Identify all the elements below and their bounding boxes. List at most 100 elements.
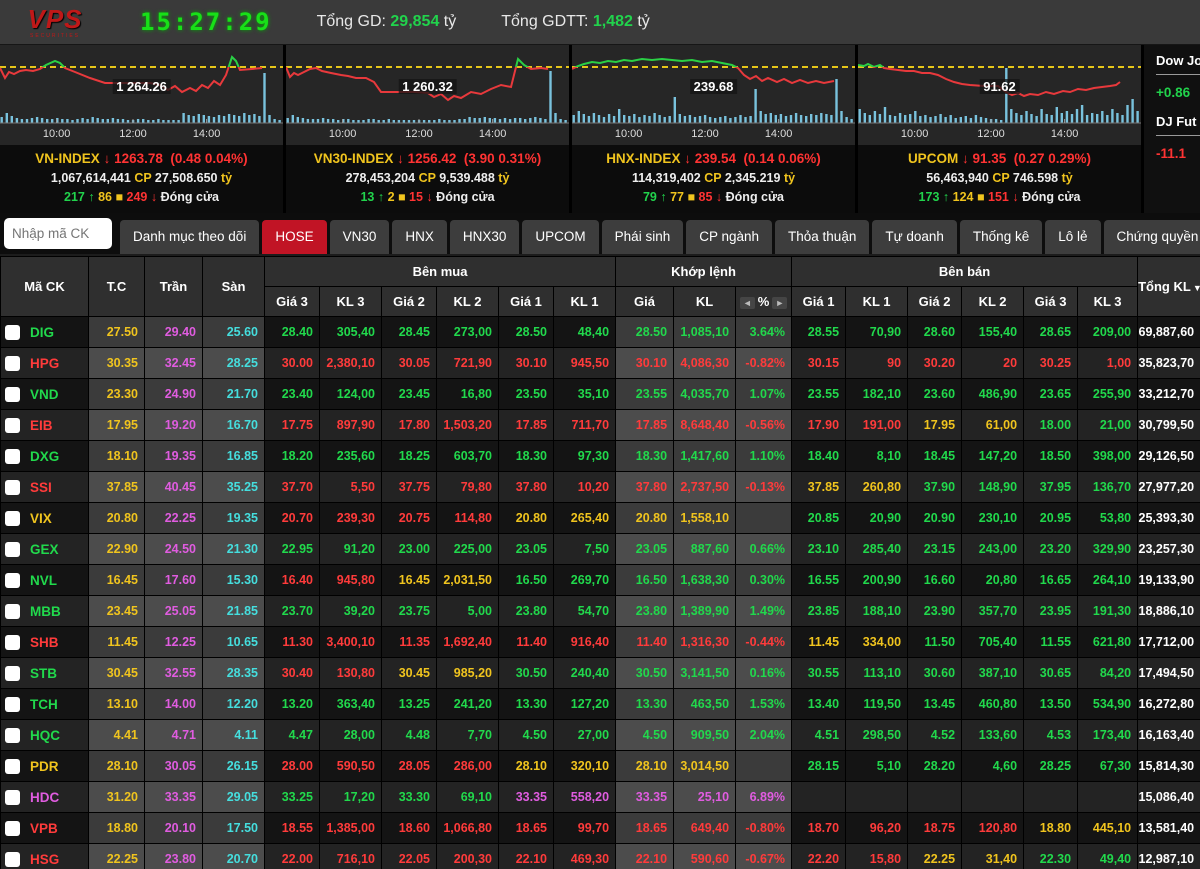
row-checkbox[interactable] — [5, 356, 20, 371]
ticker-symbol[interactable]: HPG — [30, 356, 59, 371]
bid-price-1[interactable]: 23.80 — [499, 596, 554, 627]
table-row-hsg[interactable]: HSG22.2523.8020.7022.00716,1022.05200,30… — [1, 844, 1200, 869]
table-row-hqc[interactable]: HQC4.414.714.114.4728,004.487,704.5027,0… — [1, 720, 1200, 751]
floor-price-cell[interactable]: 26.15 — [203, 751, 265, 782]
bid-volume-1[interactable]: 945,50 — [554, 348, 616, 379]
table-row-dxg[interactable]: DXG18.1019.3516.8518.20235,6018.25603,70… — [1, 441, 1200, 472]
ticker-symbol[interactable]: DIG — [30, 325, 54, 340]
header-total-volume[interactable]: Tổng KL▼ — [1138, 257, 1200, 317]
ref-price-cell[interactable]: 30.35 — [89, 348, 145, 379]
matched-volume[interactable]: 590,60 — [674, 844, 736, 869]
bid-price-2[interactable]: 18.25 — [382, 441, 437, 472]
ask-price-3[interactable]: 4.53 — [1024, 720, 1078, 751]
ticker-symbol[interactable]: MBB — [30, 604, 61, 619]
table-row-dig[interactable]: DIG27.5029.4025.6028.40305,4028.45273,00… — [1, 317, 1200, 348]
ref-price-cell[interactable]: 17.95 — [89, 410, 145, 441]
ask-volume-1[interactable]: 20,90 — [846, 503, 908, 534]
bid-volume-1[interactable]: 48,40 — [554, 317, 616, 348]
bid-price-2[interactable]: 16.45 — [382, 565, 437, 596]
ask-volume-2[interactable]: 20,80 — [962, 565, 1024, 596]
bid-price-1[interactable]: 13.30 — [499, 689, 554, 720]
matched-price[interactable]: 11.40 — [616, 627, 674, 658]
bid-price-2[interactable]: 23.00 — [382, 534, 437, 565]
matched-price[interactable]: 23.80 — [616, 596, 674, 627]
table-row-stb[interactable]: STB30.4532.5528.3530.40130,8030.45985,20… — [1, 658, 1200, 689]
tab-thỏa-thuận[interactable]: Thỏa thuận — [775, 220, 869, 254]
index-chart-vn30-index[interactable]: 1 260.32 10:0012:0014:00 — [286, 45, 569, 145]
ticker-symbol[interactable]: DXG — [30, 449, 59, 464]
ask-price-3[interactable]: 23.65 — [1024, 379, 1078, 410]
index-chart-vn-index[interactable]: 1 264.26 10:0012:0014:00 — [0, 45, 283, 145]
ceiling-price-cell[interactable]: 32.45 — [145, 348, 203, 379]
bid-volume-3[interactable]: 124,00 — [320, 379, 382, 410]
ask-volume-1[interactable]: 188,10 — [846, 596, 908, 627]
ask-price-3[interactable]: 18.50 — [1024, 441, 1078, 472]
bid-price-3[interactable]: 30.40 — [265, 658, 320, 689]
ticker-symbol[interactable]: NVL — [30, 573, 57, 588]
ask-volume-2[interactable]: 460,80 — [962, 689, 1024, 720]
ask-price-3[interactable]: 11.55 — [1024, 627, 1078, 658]
tab-chứng-quyền[interactable]: Chứng quyền — [1104, 220, 1200, 254]
percent-prev-icon[interactable]: ◄ — [740, 297, 755, 309]
ask-price-2[interactable]: 37.90 — [908, 472, 962, 503]
row-checkbox[interactable] — [5, 635, 20, 650]
bid-volume-3[interactable]: 716,10 — [320, 844, 382, 869]
bid-volume-1[interactable]: 127,20 — [554, 689, 616, 720]
table-row-pdr[interactable]: PDR28.1030.0526.1528.00590,5028.05286,00… — [1, 751, 1200, 782]
ask-volume-2[interactable]: 20 — [962, 348, 1024, 379]
floor-price-cell[interactable]: 16.70 — [203, 410, 265, 441]
matched-volume[interactable]: 1,389,90 — [674, 596, 736, 627]
ask-price-3[interactable] — [1024, 782, 1078, 813]
matched-percent[interactable]: 1.07% — [736, 379, 792, 410]
bid-price-1[interactable]: 22.10 — [499, 844, 554, 869]
symbol-cell[interactable]: TCH — [1, 689, 89, 720]
matched-percent[interactable]: -0.56% — [736, 410, 792, 441]
matched-price[interactable]: 23.05 — [616, 534, 674, 565]
ask-volume-2[interactable]: 357,70 — [962, 596, 1024, 627]
bid-volume-2[interactable]: 79,80 — [437, 472, 499, 503]
ref-price-cell[interactable]: 23.45 — [89, 596, 145, 627]
ref-price-cell[interactable]: 16.45 — [89, 565, 145, 596]
ask-volume-1[interactable]: 191,00 — [846, 410, 908, 441]
symbol-cell[interactable]: EIB — [1, 410, 89, 441]
bid-price-2[interactable]: 28.05 — [382, 751, 437, 782]
matched-percent[interactable]: 1.10% — [736, 441, 792, 472]
ticker-symbol[interactable]: HDC — [30, 790, 59, 805]
tab-danh-mục-theo-dõi[interactable]: Danh mục theo dõi — [120, 220, 259, 254]
symbol-cell[interactable]: HPG — [1, 348, 89, 379]
symbol-cell[interactable]: HDC — [1, 782, 89, 813]
ask-volume-1[interactable]: 90 — [846, 348, 908, 379]
total-volume-cell[interactable]: 19,133,90 — [1138, 565, 1200, 596]
ticker-symbol[interactable]: GEX — [30, 542, 59, 557]
table-row-tch[interactable]: TCH13.1014.0012.2013.20363,4013.25241,20… — [1, 689, 1200, 720]
ask-volume-1[interactable]: 5,10 — [846, 751, 908, 782]
index-chart-upcom[interactable]: 91.62 10:0012:0014:00 — [858, 45, 1141, 145]
matched-volume[interactable]: 1,638,30 — [674, 565, 736, 596]
floor-price-cell[interactable]: 28.35 — [203, 658, 265, 689]
ref-price-cell[interactable]: 31.20 — [89, 782, 145, 813]
ask-volume-2[interactable]: 120,80 — [962, 813, 1024, 844]
bid-price-2[interactable]: 30.05 — [382, 348, 437, 379]
ask-price-1[interactable]: 16.55 — [792, 565, 846, 596]
ceiling-price-cell[interactable]: 30.05 — [145, 751, 203, 782]
ask-price-2[interactable]: 17.95 — [908, 410, 962, 441]
bid-price-1[interactable]: 33.35 — [499, 782, 554, 813]
table-row-hpg[interactable]: HPG30.3532.4528.2530.002,380,1030.05721,… — [1, 348, 1200, 379]
ask-price-2[interactable]: 4.52 — [908, 720, 962, 751]
bid-price-3[interactable]: 11.30 — [265, 627, 320, 658]
ask-price-2[interactable]: 23.60 — [908, 379, 962, 410]
bid-price-2[interactable]: 4.48 — [382, 720, 437, 751]
ask-volume-3[interactable]: 53,80 — [1078, 503, 1138, 534]
ask-price-2[interactable]: 23.15 — [908, 534, 962, 565]
row-checkbox[interactable] — [5, 790, 20, 805]
total-volume-cell[interactable]: 12,987,10 — [1138, 844, 1200, 869]
ref-price-cell[interactable]: 11.45 — [89, 627, 145, 658]
bid-price-1[interactable]: 11.40 — [499, 627, 554, 658]
ask-price-1[interactable]: 22.20 — [792, 844, 846, 869]
matched-percent[interactable]: -0.13% — [736, 472, 792, 503]
ask-price-2[interactable]: 18.45 — [908, 441, 962, 472]
bid-volume-1[interactable]: 240,40 — [554, 658, 616, 689]
ask-price-1[interactable] — [792, 782, 846, 813]
tab-tự-doanh[interactable]: Tự doanh — [872, 220, 957, 254]
total-volume-cell[interactable]: 16,163,40 — [1138, 720, 1200, 751]
